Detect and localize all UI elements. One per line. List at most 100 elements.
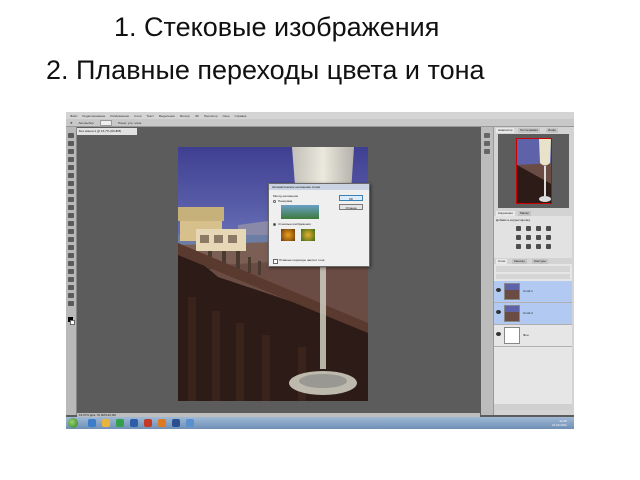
gradient-tool-icon[interactable]	[68, 221, 74, 226]
eyedropper-icon[interactable]	[68, 173, 74, 178]
clone-stamp-icon[interactable]	[68, 197, 74, 202]
black-white-icon[interactable]	[546, 235, 551, 240]
menu-item[interactable]: Файл	[70, 114, 77, 118]
stack-images-label: Стековые изображения	[278, 222, 311, 226]
menu-item[interactable]: Слои	[134, 114, 141, 118]
history-brush-icon[interactable]	[68, 205, 74, 210]
menu-item[interactable]: Изображение	[110, 114, 129, 118]
move-tool-icon[interactable]: ✥	[70, 121, 73, 125]
seamless-tones-label: Плавные переходы цвета и тона	[279, 258, 325, 262]
invert-icon[interactable]	[536, 244, 541, 249]
lasso-tool-icon[interactable]	[68, 149, 74, 154]
shape-tool-icon[interactable]	[68, 269, 74, 274]
document-tab[interactable]: Без имени-1 @ 16,7% (RGB/8)	[77, 128, 137, 135]
layer-blend-controls[interactable]	[496, 266, 570, 272]
tab-info[interactable]: Инфо	[546, 128, 558, 133]
path-select-icon[interactable]	[68, 261, 74, 266]
3d-camera-icon[interactable]	[68, 285, 74, 290]
start-button[interactable]	[68, 418, 78, 428]
levels-icon[interactable]	[526, 226, 531, 231]
panorama-radio[interactable]	[273, 200, 276, 203]
layers-panel-footer	[494, 404, 572, 410]
vibrance-icon[interactable]	[516, 235, 521, 240]
opera-icon[interactable]	[144, 419, 152, 427]
add-adjustment-label: Добавить корректировку	[496, 218, 531, 222]
explorer-icon[interactable]	[102, 419, 110, 427]
menu-item[interactable]: Справка	[235, 114, 247, 118]
stack-preview-1	[281, 229, 295, 241]
layer-thumbnail	[504, 327, 520, 344]
menu-item[interactable]: 3D	[195, 114, 199, 118]
menu-item[interactable]: Текст	[146, 114, 154, 118]
eye-icon[interactable]	[496, 310, 501, 314]
stack-images-radio[interactable]	[273, 223, 276, 226]
ok-button[interactable]: ОК	[339, 195, 363, 201]
layers-panel: Слой 1 Слой 2 Фон	[494, 264, 572, 404]
actions-icon[interactable]	[484, 141, 490, 146]
curves-icon[interactable]	[536, 226, 541, 231]
layer-name: Фон	[523, 333, 529, 337]
navigator-view-box[interactable]	[516, 138, 552, 204]
background-color-swatch[interactable]	[70, 320, 75, 325]
menu-item[interactable]: Редактирование	[82, 114, 105, 118]
eye-icon[interactable]	[496, 332, 501, 336]
pen-tool-icon[interactable]	[68, 245, 74, 250]
word-icon[interactable]	[130, 419, 138, 427]
blend-method-label: Метод наложения	[273, 194, 299, 198]
healing-brush-icon[interactable]	[68, 181, 74, 186]
firefox-icon[interactable]	[158, 419, 166, 427]
blur-tool-icon[interactable]	[68, 229, 74, 234]
menu-item[interactable]: Фильтр	[180, 114, 190, 118]
photo-filter-icon[interactable]	[516, 244, 521, 249]
autoselect-dropdown[interactable]	[99, 119, 112, 126]
menu-bar: Файл Редактирование Изображение Слои Текст Вы…	[66, 112, 574, 119]
exposure-icon[interactable]	[546, 226, 551, 231]
eraser-icon[interactable]	[68, 213, 74, 218]
folder-icon[interactable]	[186, 419, 194, 427]
eye-icon[interactable]	[496, 288, 501, 292]
ie-icon[interactable]	[88, 419, 96, 427]
crop-tool-icon[interactable]	[68, 165, 74, 170]
dodge-tool-icon[interactable]	[68, 237, 74, 242]
quick-select-icon[interactable]	[68, 157, 74, 162]
panorama-preview	[281, 205, 319, 219]
type-tool-icon[interactable]	[68, 253, 74, 258]
hue-saturation-icon[interactable]	[526, 235, 531, 240]
move-tool-icon[interactable]	[68, 133, 74, 138]
option-autoselect[interactable]: Автовыбор	[79, 121, 94, 125]
options-bar: ✥ Автовыбор Показ. упр. элем.	[66, 119, 574, 127]
tab-navigator[interactable]: Навигатор	[496, 128, 515, 133]
channel-mixer-icon[interactable]	[526, 244, 531, 249]
option-show-controls[interactable]: Показ. упр. элем.	[118, 121, 142, 125]
system-clock[interactable]: 12:45 21.04.2011	[552, 419, 567, 427]
gradient-map-icon[interactable]	[546, 244, 551, 249]
photoshop-taskbar-icon[interactable]	[172, 419, 180, 427]
slide-title-line-1: 1. Стековые изображения	[114, 12, 440, 42]
brightness-icon[interactable]	[516, 226, 521, 231]
marquee-tool-icon[interactable]	[68, 141, 74, 146]
menu-item[interactable]: Окно	[223, 114, 230, 118]
auto-blend-layers-dialog: Автоматическое наложение слоев Метод нал…	[268, 183, 370, 267]
brush-tool-icon[interactable]	[68, 189, 74, 194]
zoom-tool-icon[interactable]	[68, 301, 74, 306]
navigator-preview[interactable]	[498, 134, 569, 208]
layer-lock-controls[interactable]	[496, 274, 570, 279]
layer-thumbnail	[504, 283, 520, 300]
color-balance-icon[interactable]	[536, 235, 541, 240]
layer-row[interactable]: Слой 1	[494, 281, 572, 303]
menu-item[interactable]: Выделение	[159, 114, 175, 118]
brushes-icon[interactable]	[484, 149, 490, 154]
history-icon[interactable]	[484, 133, 490, 138]
tools-panel	[66, 127, 77, 415]
layer-row[interactable]: Слой 2	[494, 303, 572, 325]
panel-icon-strip	[481, 127, 494, 415]
media-player-icon[interactable]	[116, 419, 124, 427]
tab-histogram[interactable]: Гистограмма	[518, 128, 540, 133]
layer-row[interactable]: Фон	[494, 325, 572, 347]
cancel-button[interactable]: Отмена	[339, 204, 363, 210]
menu-item[interactable]: Просмотр	[204, 114, 218, 118]
hand-tool-icon[interactable]	[68, 293, 74, 298]
clock-date: 21.04.2011	[552, 423, 567, 427]
seamless-tones-checkbox[interactable]	[273, 259, 278, 264]
3d-rotate-icon[interactable]	[68, 277, 74, 282]
